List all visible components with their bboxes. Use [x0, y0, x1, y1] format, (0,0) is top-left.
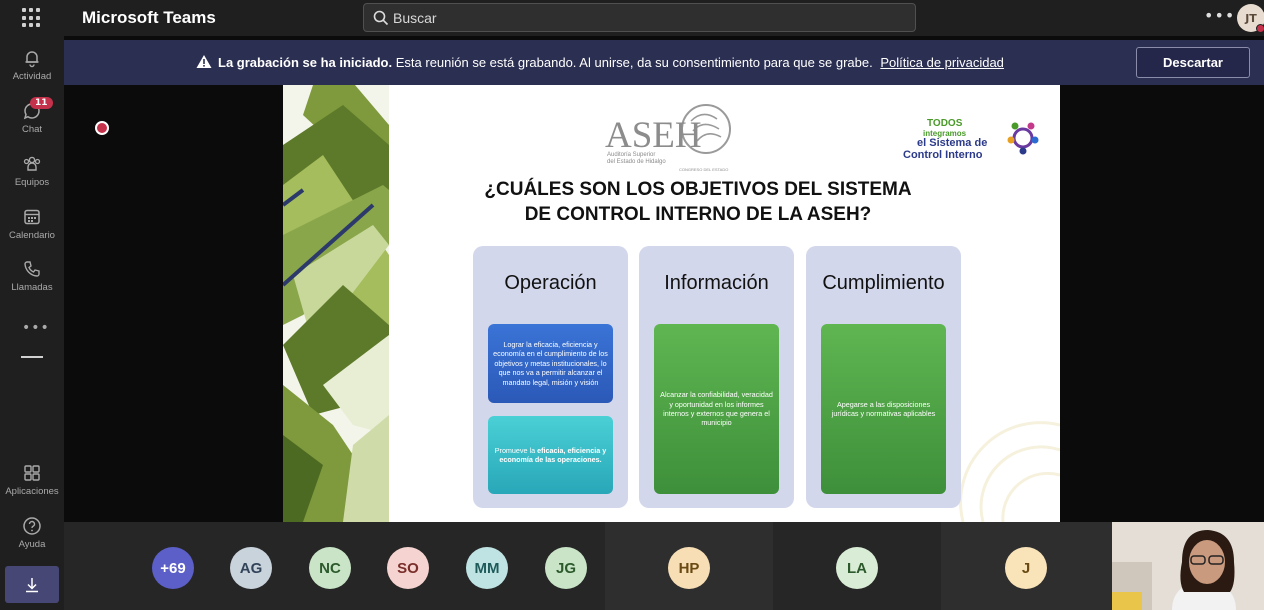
teams-icon — [23, 156, 41, 171]
slide-title: ¿CUÁLES SON LOS OBJETIVOS DEL SISTEMA DE… — [484, 179, 912, 225]
recording-indicator-icon — [95, 121, 109, 135]
avatar[interactable]: MM — [466, 547, 508, 589]
dismiss-button[interactable]: Descartar — [1136, 47, 1250, 78]
avatar[interactable]: NC — [309, 547, 351, 589]
people-gear-icon — [1007, 122, 1039, 155]
objective-card: Apegarse a las disposiciones jurídicas y… — [821, 324, 946, 494]
banner-title: La grabación se ha iniciado. — [218, 55, 393, 70]
rail-item-chat[interactable]: 11 Chat — [0, 97, 64, 135]
app-launcher-icon[interactable] — [22, 8, 42, 28]
svg-text:del Estado de Hidalgo: del Estado de Hidalgo — [607, 159, 666, 165]
privacy-policy-link[interactable]: Política de privacidad — [880, 55, 1004, 70]
help-icon — [23, 517, 41, 535]
search-icon — [373, 10, 389, 26]
objective-card: Promueve la eficacia, eficiencia y econo… — [488, 416, 613, 494]
banner-text: Esta reunión se está grabando. Al unirse… — [395, 55, 873, 70]
participant-video[interactable] — [1112, 522, 1264, 610]
search-placeholder: Buscar — [393, 10, 437, 26]
more-apps-icon[interactable]: ••• — [22, 320, 50, 336]
avatar[interactable]: HP — [668, 547, 710, 589]
app-title: Microsoft Teams — [82, 8, 216, 27]
rail-item-help[interactable]: Ayuda — [0, 516, 64, 550]
presence-status-icon — [1256, 24, 1264, 33]
avatar[interactable]: SO — [387, 547, 429, 589]
chat-unread-badge: 11 — [30, 97, 53, 109]
apps-icon — [24, 465, 40, 481]
phone-icon — [24, 261, 40, 277]
participant-video-frame — [1112, 522, 1264, 610]
avatar[interactable]: AG — [230, 547, 272, 589]
recording-banner: La grabación se ha iniciado. Esta reunió… — [64, 40, 1264, 85]
objective-column-informacion: Información Alcanzar la confiabilidad, v… — [639, 246, 794, 508]
avatar[interactable]: LA — [836, 547, 878, 589]
avatar[interactable]: JG — [545, 547, 587, 589]
objective-column-operacion: Operación Lograr la eficacia, eficiencia… — [473, 246, 628, 508]
warning-icon — [196, 55, 212, 68]
overflow-participants-avatar[interactable]: +69 — [152, 547, 194, 589]
todos-control-interno-logo: TODOS integramos el Sistema de Control I… — [901, 115, 1041, 165]
avatar[interactable]: J — [1005, 547, 1047, 589]
rail-item-activity[interactable]: Actividad — [0, 48, 64, 82]
rail-divider — [21, 356, 43, 358]
shared-presentation-slide: ASEH Auditoría Superior del Estado de Hi… — [283, 85, 1060, 522]
download-icon — [26, 577, 38, 592]
rail-item-teams[interactable]: Equipos — [0, 154, 64, 188]
participants-gallery: +69 AG NC SO MM JG HP LA J — [64, 522, 1112, 610]
more-options-icon[interactable]: ••• — [1204, 6, 1235, 25]
search-input[interactable]: Buscar — [363, 3, 916, 32]
svg-text:CONGRESO DEL ESTADO: CONGRESO DEL ESTADO — [679, 167, 728, 172]
download-button[interactable] — [5, 566, 59, 603]
rail-item-apps[interactable]: Aplicaciones — [0, 463, 64, 497]
app-rail: Actividad 11 Chat Equipos Calendario Lla… — [0, 36, 64, 610]
objective-card: Lograr la eficacia, eficiencia y economí… — [488, 324, 613, 403]
bell-icon — [25, 51, 39, 68]
title-bar: Microsoft Teams Buscar ••• JT — [0, 0, 1264, 36]
objective-column-cumplimiento: Cumplimiento Apegarse a las disposicione… — [806, 246, 961, 508]
svg-text:ASEH: ASEH — [605, 115, 702, 156]
objective-card: Alcanzar la confiabilidad, veracidad y o… — [654, 324, 779, 494]
svg-text:Auditoría Superior: Auditoría Superior — [607, 152, 655, 158]
rail-item-calendar[interactable]: Calendario — [0, 207, 64, 241]
calendar-icon — [24, 209, 40, 225]
aseh-logo: ASEH Auditoría Superior del Estado de Hi… — [603, 101, 738, 173]
rail-item-calls[interactable]: Llamadas — [0, 259, 64, 293]
